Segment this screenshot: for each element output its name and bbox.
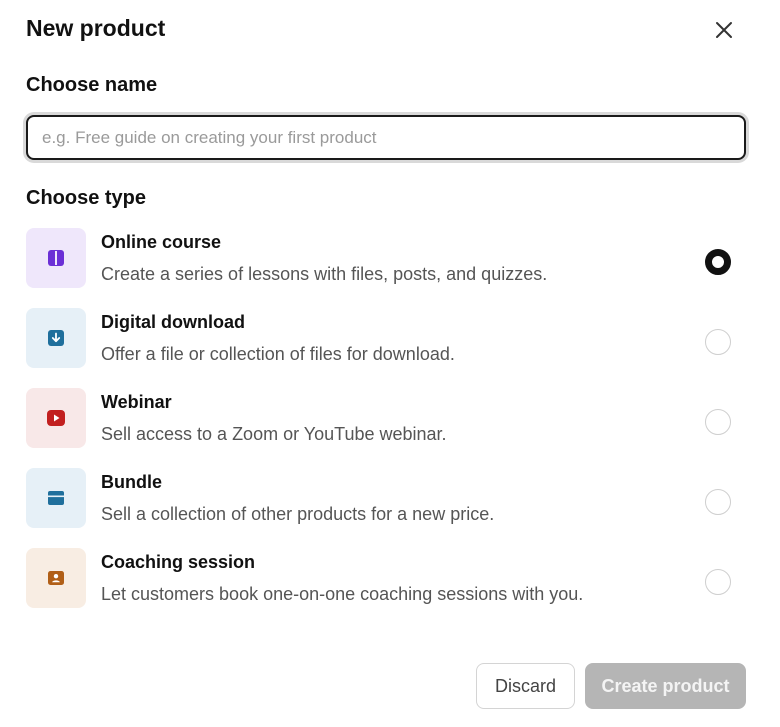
type-option-online-course[interactable]: Online course Create a series of lessons… — [26, 228, 746, 308]
book-icon — [48, 250, 64, 266]
type-name: Digital download — [101, 312, 245, 332]
stack-icon — [48, 491, 64, 505]
bundle-icon-tile — [26, 468, 86, 528]
radio-coaching-session[interactable] — [705, 569, 731, 595]
type-description: Offer a file or collection of files for … — [101, 344, 455, 364]
create-product-button[interactable]: Create product — [585, 663, 746, 709]
product-type-list: Online course Create a series of lessons… — [26, 228, 746, 628]
online-course-icon-tile — [26, 228, 86, 288]
type-name: Webinar — [101, 392, 172, 412]
product-name-input[interactable] — [26, 115, 746, 160]
radio-bundle[interactable] — [705, 489, 731, 515]
digital-download-icon-tile — [26, 308, 86, 368]
close-button[interactable] — [709, 15, 739, 45]
discard-button[interactable]: Discard — [476, 663, 575, 709]
person-badge-icon — [48, 571, 64, 585]
type-name: Bundle — [101, 472, 162, 492]
webinar-icon-tile — [26, 388, 86, 448]
coaching-session-icon-tile — [26, 548, 86, 608]
modal-title: New product — [26, 15, 166, 41]
new-product-modal: New product Choose name Choose type Onli… — [0, 0, 780, 727]
type-name: Online course — [101, 232, 222, 252]
download-icon — [48, 330, 64, 346]
type-option-bundle[interactable]: Bundle Sell a collection of other produc… — [26, 468, 746, 548]
play-icon — [47, 410, 65, 426]
radio-online-course[interactable] — [705, 249, 731, 275]
type-name: Coaching session — [101, 552, 256, 572]
radio-digital-download[interactable] — [705, 329, 731, 355]
type-option-coaching-session[interactable]: Coaching session Let customers book one-… — [26, 548, 746, 628]
type-description: Create a series of lessons with files, p… — [101, 264, 548, 284]
type-description: Sell access to a Zoom or YouTube webinar… — [101, 424, 447, 444]
radio-webinar[interactable] — [705, 409, 731, 435]
type-option-webinar[interactable]: Webinar Sell access to a Zoom or YouTube… — [26, 388, 746, 468]
type-option-digital-download[interactable]: Digital download Offer a file or collect… — [26, 308, 746, 388]
choose-name-label: Choose name — [26, 74, 158, 96]
type-description: Let customers book one-on-one coaching s… — [101, 584, 584, 604]
choose-type-label: Choose type — [26, 187, 147, 209]
close-icon — [716, 22, 732, 38]
type-description: Sell a collection of other products for … — [101, 504, 495, 524]
